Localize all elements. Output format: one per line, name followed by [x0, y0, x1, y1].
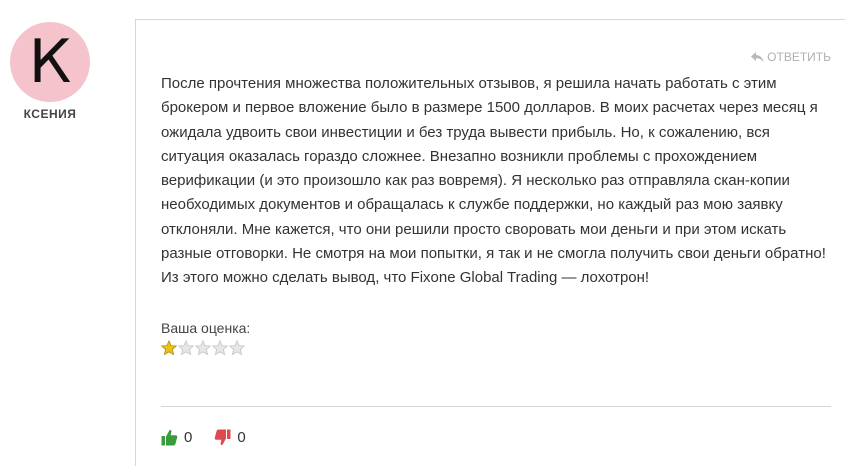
comment-card: ОТВЕТИТЬ После прочтения множества полож…	[135, 19, 845, 466]
star-empty-icon[interactable]	[229, 340, 245, 356]
avatar: К	[10, 22, 90, 102]
thumbs-up-icon	[161, 429, 178, 446]
star-empty-icon[interactable]	[195, 340, 211, 356]
star-empty-icon[interactable]	[178, 340, 194, 356]
divider	[161, 406, 831, 407]
downvote-count: 0	[237, 429, 246, 446]
vote-bar: 0 0	[161, 429, 268, 446]
rating-stars[interactable]	[161, 340, 245, 356]
rating-label: Ваша оценка:	[161, 320, 251, 336]
reply-button[interactable]: ОТВЕТИТЬ	[751, 50, 831, 64]
thumbs-down-icon	[215, 429, 231, 446]
review-page: К КСЕНИЯ ОТВЕТИТЬ После прочтения множес…	[0, 0, 845, 466]
star-empty-icon[interactable]	[212, 340, 228, 356]
downvote-button[interactable]: 0	[214, 429, 246, 446]
upvote-button[interactable]: 0	[161, 429, 192, 446]
upvote-count: 0	[184, 429, 193, 446]
reply-label: ОТВЕТИТЬ	[767, 50, 831, 64]
author-name: КСЕНИЯ	[23, 107, 77, 121]
comment-text: После прочтения множества положительных …	[161, 75, 826, 287]
avatar-initial: К	[28, 27, 72, 97]
star-filled-icon[interactable]	[161, 340, 177, 356]
reply-arrow-icon	[751, 51, 764, 62]
